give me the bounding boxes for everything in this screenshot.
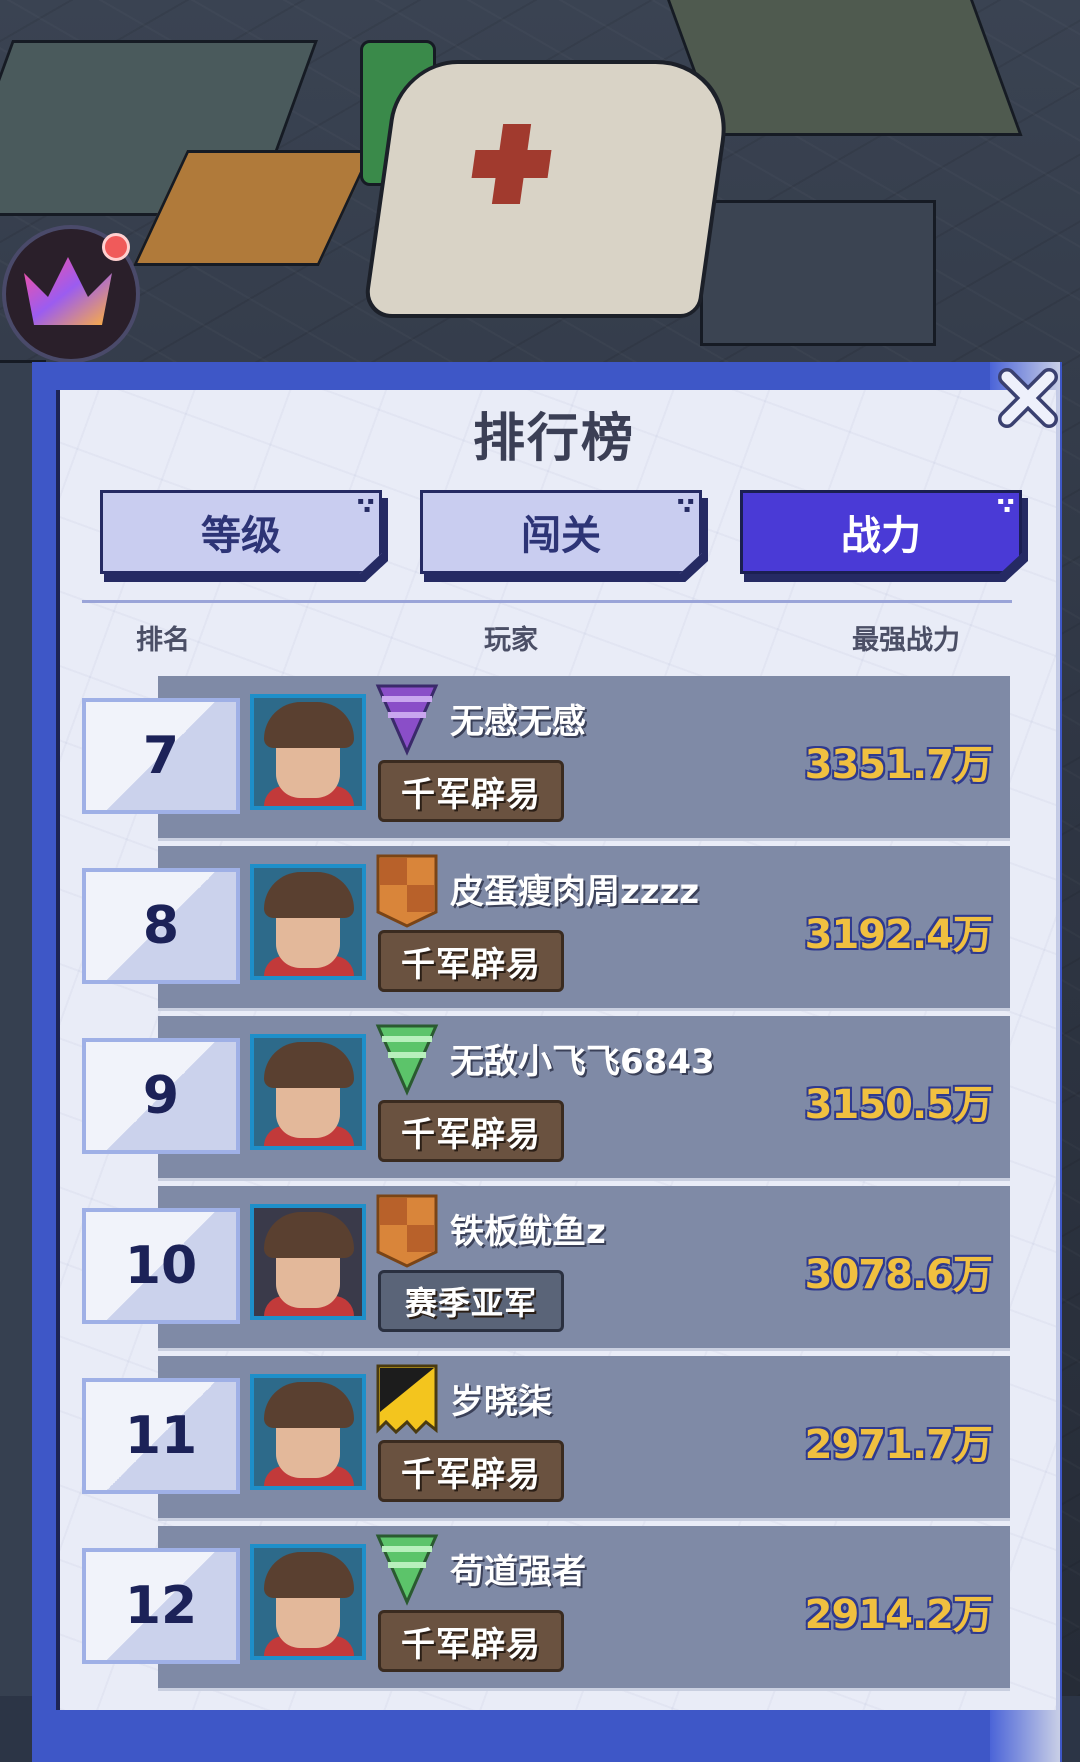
tab-stage[interactable]: 闯关 ▪ ▪ ▪ [420, 490, 708, 582]
header-rank: 排名 [136, 625, 190, 656]
rank-number: 11 [82, 1378, 240, 1494]
leaderboard-row[interactable]: 11 千军辟易 岁晓柒 2971.7万 [82, 1356, 1012, 1524]
player-avatar[interactable] [250, 864, 366, 980]
player-title-badge: 千军辟易 [378, 1610, 564, 1672]
player-avatar[interactable] [250, 1034, 366, 1150]
player-title-badge: 千军辟易 [378, 1100, 564, 1162]
rank-number: 9 [82, 1038, 240, 1154]
tab-level[interactable]: 等级 ▪ ▪ ▪ [100, 490, 388, 582]
player-name: 苟道强者 [450, 1552, 586, 1592]
divider [82, 600, 1012, 603]
crown-icon [24, 257, 112, 325]
player-avatar[interactable] [250, 1544, 366, 1660]
orange-checker-shield-emblem-icon [376, 1194, 438, 1268]
power-value: 3150.5万 [804, 1082, 993, 1128]
tent-illustration [361, 60, 737, 318]
power-value: 3192.4万 [804, 912, 993, 958]
player-name: 铁板鱿鱼z [450, 1212, 606, 1252]
tab-power-label: 战力 [740, 490, 1022, 574]
power-value: 3078.6万 [804, 1252, 993, 1298]
green-triangle-emblem-icon [375, 1534, 439, 1606]
player-title-badge: 千军辟易 [378, 760, 564, 822]
power-value: 2914.2万 [804, 1592, 993, 1638]
player-name: 皮蛋瘦肉周zzzz [450, 872, 700, 912]
leaderboard-row[interactable]: 12 千军辟易 苟道强者 2914.2万 [82, 1526, 1012, 1694]
player-title-badge: 千军辟易 [378, 1440, 564, 1502]
power-value: 2971.7万 [804, 1422, 993, 1468]
purple-triangle-emblem-icon [375, 684, 439, 756]
tab-stage-label: 闯关 [420, 490, 702, 574]
crown-badge-button[interactable] [2, 225, 140, 363]
tab-power[interactable]: 战力 ▪ ▪ ▪ [740, 490, 1028, 582]
player-avatar[interactable] [250, 1204, 366, 1320]
rank-number: 10 [82, 1208, 240, 1324]
leaderboard-row[interactable]: 7 千军辟易 无感无感 3351.7万 [82, 676, 1012, 844]
power-value: 3351.7万 [804, 742, 993, 788]
leaderboard-row[interactable]: 10 赛季亚军 铁板鱿鱼z 3078.6万 [82, 1186, 1012, 1354]
header-player: 玩家 [484, 625, 538, 656]
player-avatar[interactable] [250, 1374, 366, 1490]
page-title: 排行榜 [472, 409, 635, 469]
rank-number: 8 [82, 868, 240, 984]
green-triangle-emblem-icon [375, 1024, 439, 1096]
player-name: 无敌小飞飞6843 [450, 1042, 715, 1082]
player-title-badge: 赛季亚军 [378, 1270, 564, 1332]
player-name: 岁晓柒 [450, 1382, 552, 1422]
leaderboard-row[interactable]: 9 千军辟易 无敌小飞飞6843 3150.5万 [82, 1016, 1012, 1184]
rank-number: 12 [82, 1548, 240, 1664]
player-name: 无感无感 [450, 702, 586, 742]
black-yellow-shield-emblem-icon [376, 1364, 438, 1435]
header-power: 最强战力 [852, 625, 960, 656]
tab-level-label: 等级 [100, 490, 382, 574]
leaderboard-row[interactable]: 8 千军辟易 皮蛋瘦肉周zzzz 3192.4万 [82, 846, 1012, 1014]
orange-checker-shield-emblem-icon [376, 854, 438, 928]
player-avatar[interactable] [250, 694, 366, 810]
rank-number: 7 [82, 698, 240, 814]
player-title-badge: 千军辟易 [378, 930, 564, 992]
